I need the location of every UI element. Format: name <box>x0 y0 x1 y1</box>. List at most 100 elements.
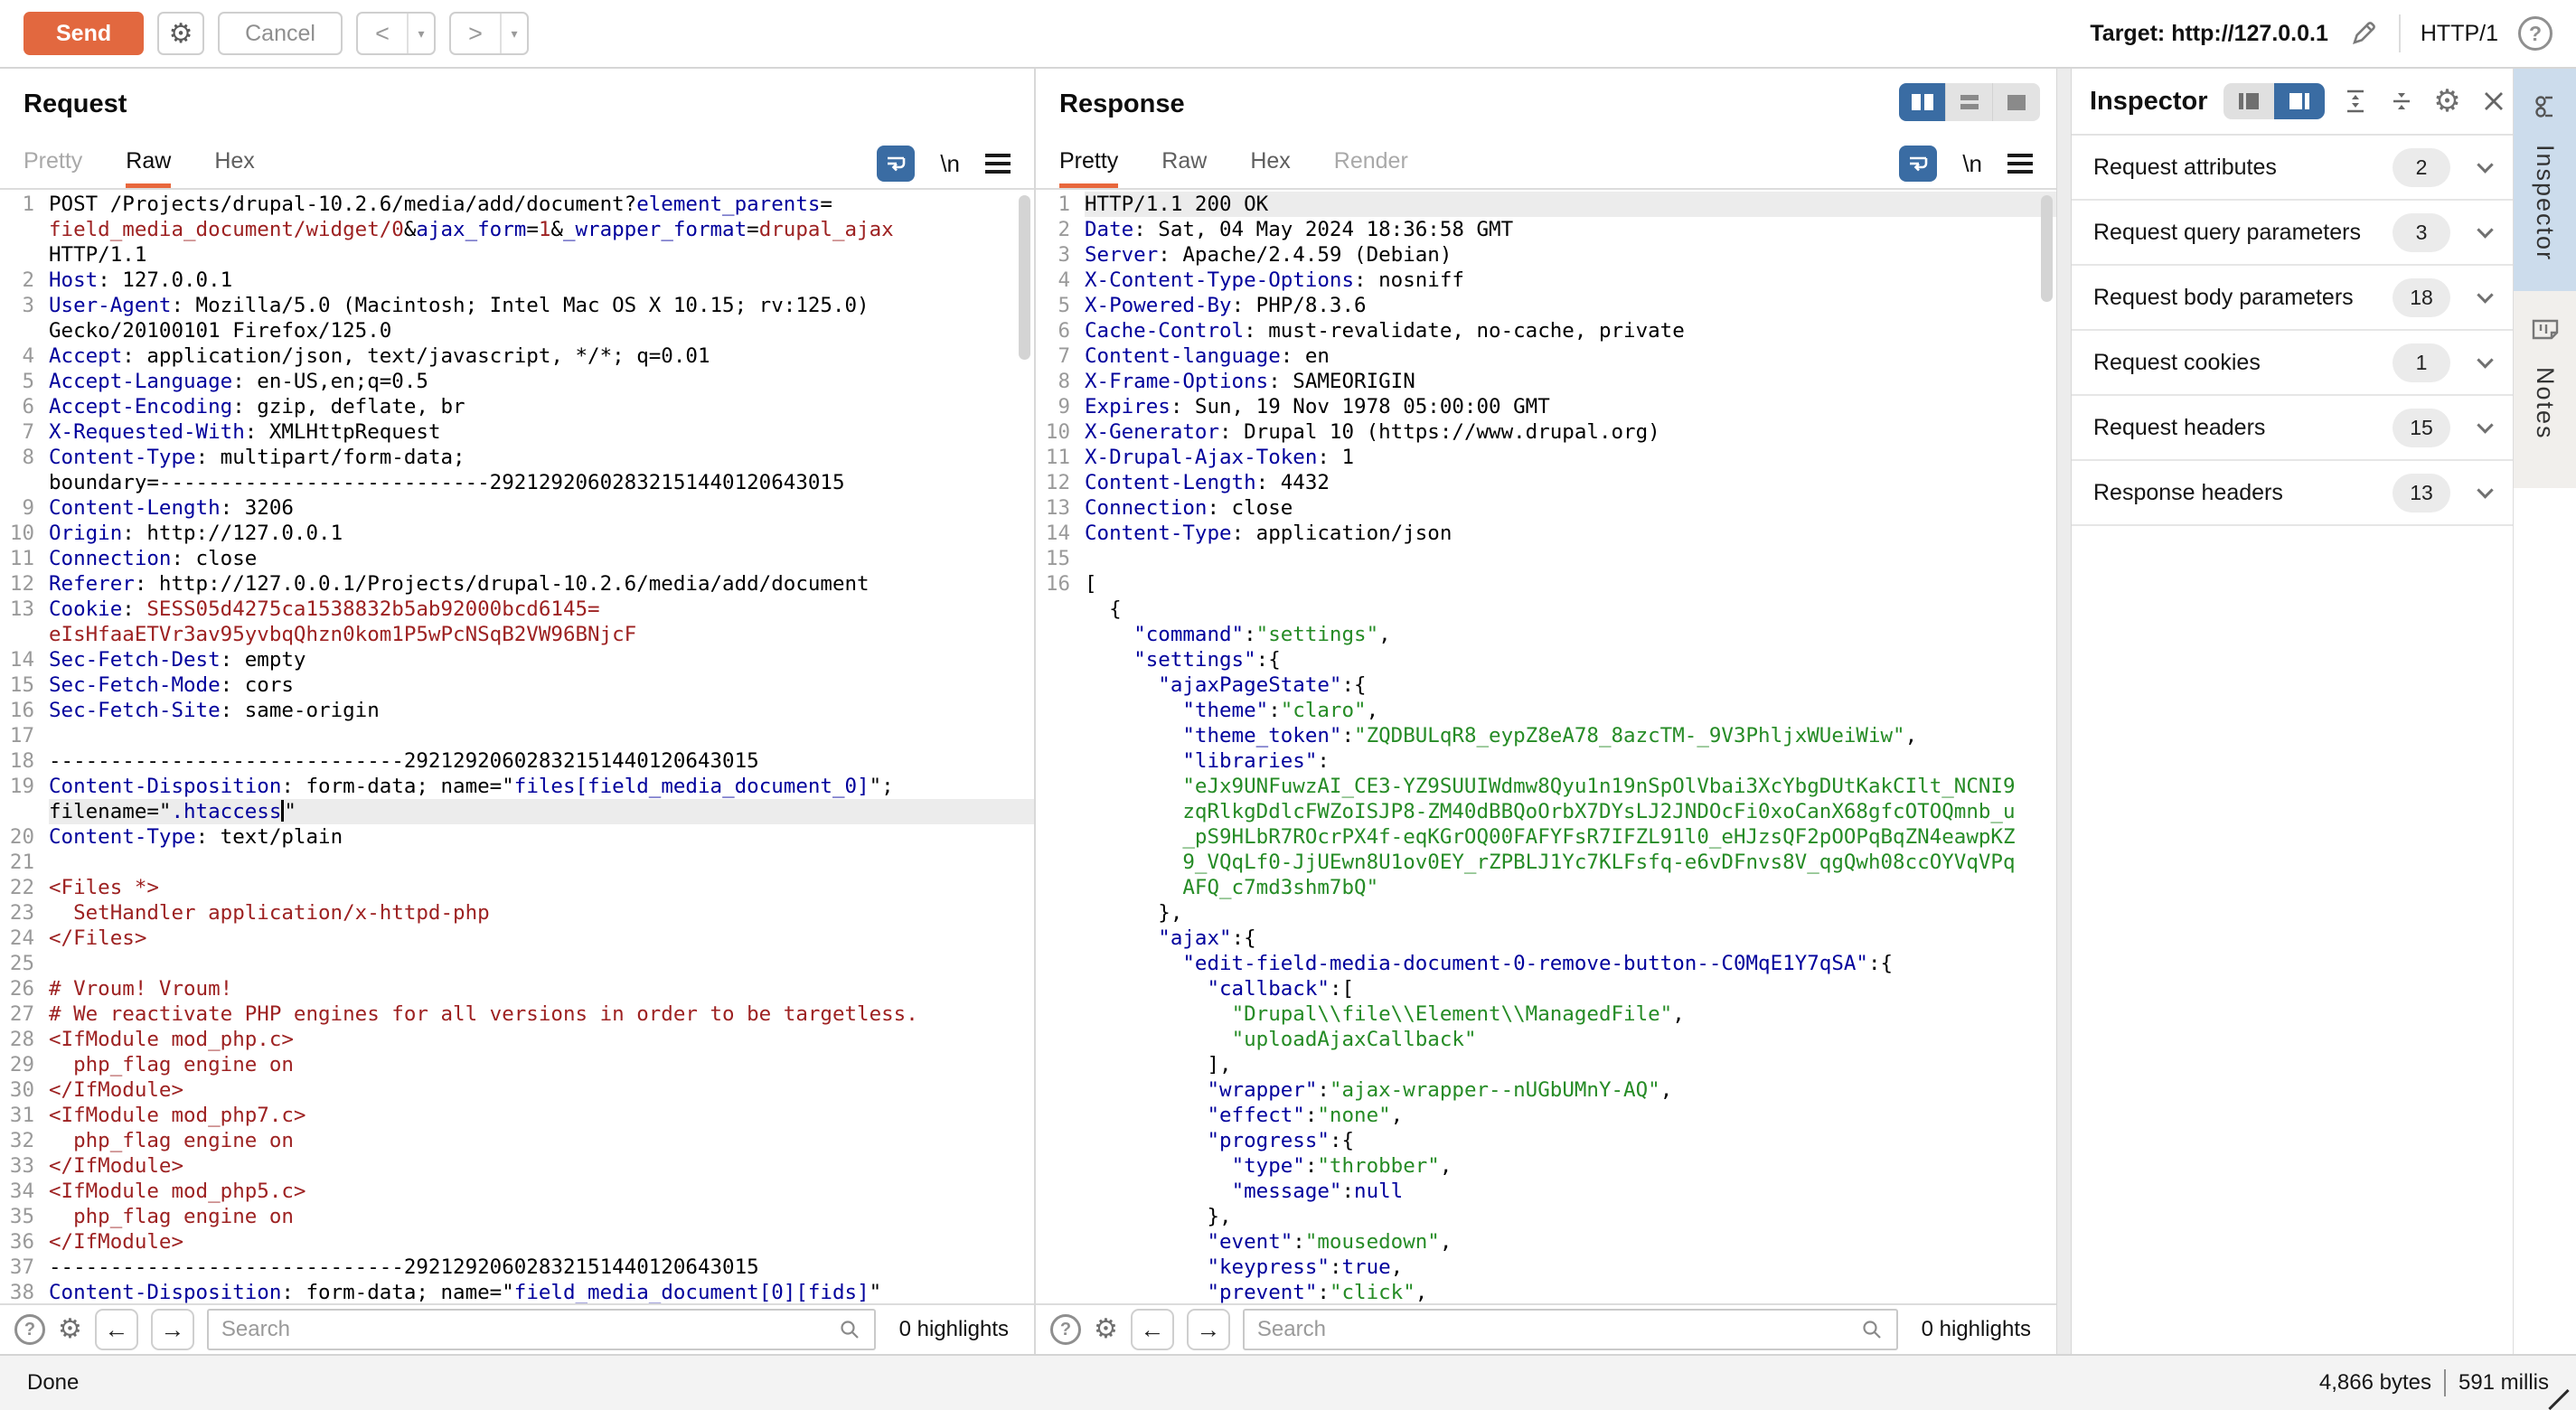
back-chevron-icon[interactable]: < <box>358 14 407 53</box>
editor-line[interactable]: 28<IfModule mod_php.c> <box>0 1027 1034 1052</box>
editor-line[interactable]: 14Content-Type: application/json <box>1036 521 2056 546</box>
section-request-headers[interactable]: Request headers 15 <box>2072 396 2513 461</box>
editor-line[interactable]: "callback":[ <box>1036 976 2056 1001</box>
editor-line[interactable]: field_media_document/widget/0&ajax_form=… <box>0 217 1034 242</box>
chevron-down-icon[interactable] <box>2477 287 2493 303</box>
editor-line[interactable]: 13Cookie: SESS05d4275ca1538832b5ab92000b… <box>0 597 1034 622</box>
editor-line[interactable]: _pS9HLbR7ROcrPX4f-eqKGrOQ00FAFYFsR7IFZL9… <box>1036 824 2056 850</box>
editor-line[interactable]: }, <box>1036 1204 2056 1229</box>
editor-line[interactable]: 10X-Generator: Drupal 10 (https://www.dr… <box>1036 419 2056 445</box>
editor-line[interactable]: "effect":"none", <box>1036 1103 2056 1128</box>
editor-line[interactable]: 7Content-language: en <box>1036 343 2056 369</box>
editor-line[interactable]: 12Referer: http://127.0.0.1/Projects/dru… <box>0 571 1034 597</box>
editor-line[interactable]: AFQ_c7md3shm7bQ" <box>1036 875 2056 900</box>
response-editor[interactable]: 1HTTP/1.1 200 OK2Date: Sat, 04 May 2024 … <box>1036 190 2056 1303</box>
editor-line[interactable]: "wrapper":"ajax-wrapper--nUGbUMnY-AQ", <box>1036 1077 2056 1103</box>
search-settings-gear-icon[interactable]: ⚙ <box>58 1316 82 1343</box>
editor-line[interactable]: "libraries": <box>1036 748 2056 774</box>
editor-line[interactable]: "event":"mousedown", <box>1036 1229 2056 1255</box>
editor-line[interactable]: "keypress":true, <box>1036 1255 2056 1280</box>
response-tab-render[interactable]: Render <box>1334 139 1408 188</box>
editor-line[interactable]: "message":null <box>1036 1179 2056 1204</box>
editor-line[interactable]: 1HTTP/1.1 200 OK <box>1036 192 2056 217</box>
editor-line[interactable]: 29 php_flag engine on <box>0 1052 1034 1077</box>
chevron-down-icon[interactable] <box>2477 156 2493 173</box>
layout-single-button[interactable] <box>1993 83 2040 121</box>
forward-chevron-icon[interactable]: > <box>451 14 500 53</box>
editor-line[interactable]: 11X-Drupal-Ajax-Token: 1 <box>1036 445 2056 470</box>
editor-line[interactable]: 23 SetHandler application/x-httpd-php <box>0 900 1034 926</box>
editor-line[interactable]: 1POST /Projects/drupal-10.2.6/media/add/… <box>0 192 1034 217</box>
editor-line[interactable]: 7X-Requested-With: XMLHttpRequest <box>0 419 1034 445</box>
dock-right-icon[interactable] <box>2274 83 2325 119</box>
editor-line[interactable]: 9Expires: Sun, 19 Nov 1978 05:00:00 GMT <box>1036 394 2056 419</box>
response-tab-pretty[interactable]: Pretty <box>1059 139 1118 188</box>
history-forward-button[interactable]: > ▾ <box>449 12 529 55</box>
editor-line[interactable]: 36</IfModule> <box>0 1229 1034 1255</box>
show-newlines-toggle[interactable]: \n <box>940 150 960 178</box>
editor-line[interactable]: 3User-Agent: Mozilla/5.0 (Macintosh; Int… <box>0 293 1034 318</box>
inspector-dock-toggle[interactable] <box>2223 83 2325 119</box>
search-settings-gear-icon[interactable]: ⚙ <box>1094 1316 1118 1343</box>
layout-rows-button[interactable] <box>1946 83 1993 121</box>
response-tab-raw[interactable]: Raw <box>1161 139 1207 188</box>
editor-line[interactable]: zqRlkgDdlcFWZoISJP8-ZM40dBBQoOrbX7DYsLJ2… <box>1036 799 2056 824</box>
editor-line[interactable]: 15 <box>1036 546 2056 571</box>
edit-target-pencil-icon[interactable] <box>2348 18 2379 49</box>
expand-all-button[interactable] <box>2340 86 2371 117</box>
section-request-body-parameters[interactable]: Request body parameters 18 <box>2072 266 2513 331</box>
search-help-icon[interactable]: ? <box>1050 1314 1081 1345</box>
editor-line[interactable]: 35 php_flag engine on <box>0 1204 1034 1229</box>
request-tab-pretty[interactable]: Pretty <box>24 139 82 188</box>
chevron-down-icon[interactable] <box>2477 221 2493 238</box>
editor-line[interactable]: 34<IfModule mod_php5.c> <box>0 1179 1034 1204</box>
editor-line[interactable]: "Drupal\\file\\Element\\ManagedFile", <box>1036 1001 2056 1027</box>
window-resize-grip[interactable] <box>2548 1389 2569 1410</box>
request-scrollbar[interactable] <box>1019 195 1030 360</box>
inspector-settings-gear-icon[interactable]: ⚙ <box>2432 86 2463 117</box>
editor-line[interactable]: 25 <box>0 951 1034 976</box>
editor-line[interactable]: HTTP/1.1 <box>0 242 1034 268</box>
editor-line[interactable]: "uploadAjaxCallback" <box>1036 1027 2056 1052</box>
search-next-button[interactable]: → <box>1187 1309 1230 1350</box>
editor-line[interactable]: 9_VQqLf0-JjUEwn8U1ov0EY_rZPBLJ1Yc7KLFsfq… <box>1036 850 2056 875</box>
section-request-attributes[interactable]: Request attributes 2 <box>2072 136 2513 201</box>
editor-line[interactable]: 24</Files> <box>0 926 1034 951</box>
editor-line[interactable]: }, <box>1036 900 2056 926</box>
back-dropdown-caret-icon[interactable]: ▾ <box>407 14 434 53</box>
editor-line[interactable]: 10Origin: http://127.0.0.1 <box>0 521 1034 546</box>
chevron-down-icon[interactable] <box>2477 482 2493 498</box>
panel-splitter[interactable] <box>2056 69 2072 1354</box>
editor-line[interactable]: 9Content-Length: 3206 <box>0 495 1034 521</box>
editor-line[interactable]: "progress":{ <box>1036 1128 2056 1153</box>
search-help-icon[interactable]: ? <box>14 1314 45 1345</box>
editor-line[interactable]: 20Content-Type: text/plain <box>0 824 1034 850</box>
chevron-down-icon[interactable] <box>2477 417 2493 433</box>
editor-line[interactable]: "theme":"claro", <box>1036 698 2056 723</box>
editor-line[interactable]: 8Content-Type: multipart/form-data; <box>0 445 1034 470</box>
editor-line[interactable]: boundary=---------------------------2921… <box>0 470 1034 495</box>
editor-line[interactable]: 6Accept-Encoding: gzip, deflate, br <box>0 394 1034 419</box>
editor-line[interactable]: "type":"throbber", <box>1036 1153 2056 1179</box>
editor-line[interactable]: 16Sec-Fetch-Site: same-origin <box>0 698 1034 723</box>
editor-line[interactable]: 37-----------------------------292129206… <box>0 1255 1034 1280</box>
editor-line[interactable]: "eJx9UNFuwzAI_CE3-YZ9SUUIWdmw8Qyu1n19nSp… <box>1036 774 2056 799</box>
chevron-down-icon[interactable] <box>2477 352 2493 368</box>
cancel-button[interactable]: Cancel <box>218 12 343 55</box>
editor-line[interactable]: 14Sec-Fetch-Dest: empty <box>0 647 1034 672</box>
request-tab-hex[interactable]: Hex <box>214 139 254 188</box>
help-icon[interactable]: ? <box>2518 16 2552 51</box>
editor-menu-icon[interactable] <box>2007 162 2033 165</box>
editor-line[interactable]: 4X-Content-Type-Options: nosniff <box>1036 268 2056 293</box>
rail-tab-inspector[interactable]: Inspector <box>2514 69 2576 291</box>
editor-menu-icon[interactable] <box>985 162 1011 165</box>
request-editor[interactable]: 1POST /Projects/drupal-10.2.6/media/add/… <box>0 190 1034 1303</box>
editor-line[interactable]: 21 <box>0 850 1034 875</box>
section-request-query-parameters[interactable]: Request query parameters 3 <box>2072 201 2513 266</box>
editor-line[interactable]: 3Server: Apache/2.4.59 (Debian) <box>1036 242 2056 268</box>
editor-line[interactable]: 12Content-Length: 4432 <box>1036 470 2056 495</box>
layout-columns-button[interactable] <box>1899 83 1946 121</box>
forward-dropdown-caret-icon[interactable]: ▾ <box>500 14 527 53</box>
editor-line[interactable]: 2Host: 127.0.0.1 <box>0 268 1034 293</box>
section-request-cookies[interactable]: Request cookies 1 <box>2072 331 2513 396</box>
